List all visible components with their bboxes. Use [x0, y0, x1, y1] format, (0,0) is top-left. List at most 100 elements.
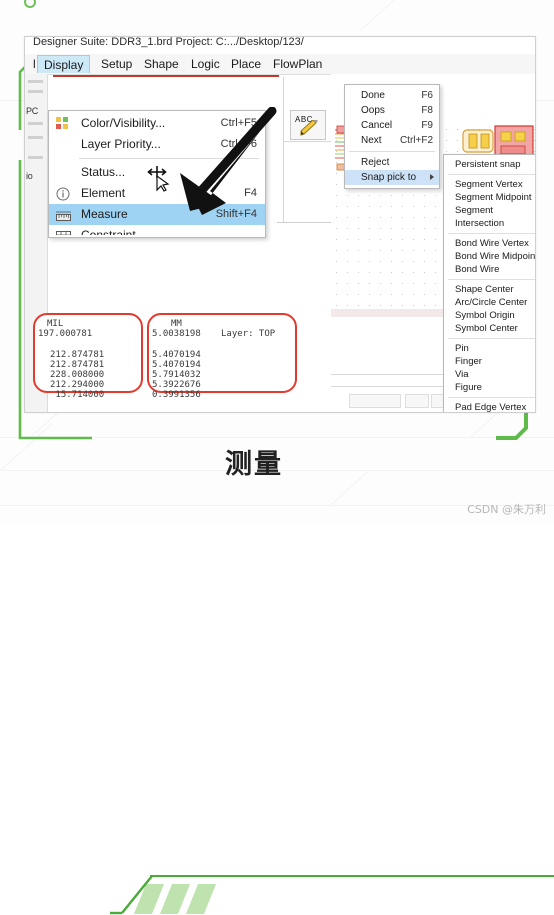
toolbar-divider [283, 141, 331, 142]
display-menu-label: Measure [81, 207, 128, 221]
display-menu-label: Status... [81, 165, 126, 179]
mil-first-value: 197.000781 [38, 329, 93, 339]
context-menu[interactable]: Done F6 Oops F8 Cancel F9 Next Ctrl+F2 R… [344, 84, 440, 189]
snap-submenu[interactable]: Persistent snap Segment Vertex Segment M… [443, 154, 535, 413]
snap-item-persistent-snap[interactable]: Persistent snap [444, 158, 535, 171]
context-menu-label: Reject [361, 157, 390, 168]
snap-item-pin[interactable]: Pin [444, 342, 535, 355]
menu-separator [448, 174, 535, 175]
color-squares-icon [56, 117, 71, 131]
snap-item-pad-edge-vertex[interactable]: Pad Edge Vertex [444, 401, 535, 413]
context-menu-item-done[interactable]: Done F6 [345, 88, 439, 103]
snap-item-shape-center[interactable]: Shape Center [444, 283, 535, 296]
caption-underline [150, 875, 554, 877]
menu-separator [448, 279, 535, 280]
context-menu-label: Snap pick to [361, 172, 417, 183]
context-menu-label: Done [361, 90, 385, 101]
context-menu-item-snap-pick-to[interactable]: Snap pick to [345, 170, 439, 185]
snap-item-finger[interactable]: Finger [444, 355, 535, 368]
snap-item-bond-wire[interactable]: Bond Wire [444, 263, 535, 276]
snap-item-figure[interactable]: Figure [444, 381, 535, 394]
snap-item-intersection[interactable]: Intersection [444, 217, 535, 230]
menu-separator [448, 397, 535, 398]
mm-value: 5.4070194 [152, 350, 201, 360]
rail-divider [28, 90, 43, 93]
menu-item-setup[interactable]: Setup [95, 55, 138, 73]
measure-callout-mil: MIL 197.000781 212.874781 212.874781 228… [33, 313, 143, 400]
ruler-icon [56, 208, 71, 222]
mm-first-value: 5.0038198 [152, 329, 201, 339]
snap-label: Bond Wire Vertex [455, 238, 529, 249]
window-title: Designer Suite: DDR3_1.brd Project: C:..… [33, 37, 304, 48]
annotation-arrow [180, 107, 277, 215]
snap-label: Symbol Center [455, 323, 518, 334]
measure-callout-mm: MM 5.0038198 Layer: TOP 5.4070194 5.4070… [147, 313, 297, 400]
mm-value: 5.7914032 [152, 370, 201, 380]
mil-value: 15.714000 [50, 390, 105, 400]
menu-item-logic[interactable]: Logic [185, 55, 226, 73]
context-menu-accel: F8 [421, 105, 433, 116]
context-menu-accel: Ctrl+F2 [399, 135, 433, 146]
snap-item-segment-midpoint[interactable]: Segment Midpoint [444, 191, 535, 204]
snap-item-segment-vertex[interactable]: Segment Vertex [444, 178, 535, 191]
menu-separator [448, 338, 535, 339]
context-menu-item-cancel[interactable]: Cancel F9 [345, 118, 439, 133]
text-tool-button[interactable]: ABC [290, 110, 326, 140]
snap-label: Persistent snap [455, 159, 521, 170]
mil-value: 212.294000 [50, 380, 105, 390]
mm-value: 0.3991356 [152, 390, 201, 400]
rail-divider [28, 136, 43, 139]
mm-value: 5.4070194 [152, 360, 201, 370]
menu-item-place[interactable]: Place [225, 55, 267, 73]
rail-divider [28, 80, 43, 83]
context-menu-accel: F9 [421, 120, 433, 131]
snap-label: Arc/Circle Center [455, 297, 528, 308]
rail-divider [28, 122, 43, 125]
snap-item-via[interactable]: Via [444, 368, 535, 381]
bg-diagonal [360, 0, 406, 31]
rail-label-pc: PC [26, 106, 38, 116]
context-menu-label: Cancel [361, 120, 393, 131]
caption-stripe [159, 884, 191, 914]
context-menu-item-oops[interactable]: Oops F8 [345, 103, 439, 118]
snap-item-segment[interactable]: Segment [444, 204, 535, 217]
application-window: Designer Suite: DDR3_1.brd Project: C:..… [24, 36, 536, 413]
snap-label: Pin [455, 343, 469, 354]
context-menu-item-next[interactable]: Next Ctrl+F2 [345, 133, 439, 148]
snap-item-symbol-origin[interactable]: Symbol Origin [444, 309, 535, 322]
mm-layer-label: Layer: TOP [221, 329, 276, 339]
snap-label: Figure [455, 382, 482, 393]
display-menu-item-constraint[interactable]: Constraint [49, 225, 265, 235]
snap-label: Pad Edge Vertex [455, 402, 527, 413]
snap-label: Segment Vertex [455, 179, 523, 190]
snap-label: Intersection [455, 218, 505, 229]
snap-label: Segment Midpoint [455, 192, 532, 203]
context-menu-label: Oops [361, 105, 385, 116]
snap-item-arc-circle-center[interactable]: Arc/Circle Center [444, 296, 535, 309]
mil-value: 212.874781 [50, 350, 105, 360]
caption-hook [110, 875, 153, 915]
context-menu-accel: F6 [421, 90, 433, 101]
pcb-toolbar-button[interactable] [405, 394, 429, 408]
menu-item-display[interactable]: Display [37, 55, 91, 73]
menu-item-shape[interactable]: Shape [138, 55, 185, 73]
menu-bar: l Display Setup Shape Logic Place FlowPl… [25, 54, 535, 75]
submenu-arrow-icon [430, 174, 434, 180]
mil-value: 228.008000 [50, 370, 105, 380]
caption-stripe [185, 884, 217, 914]
mm-value: 5.3922676 [152, 380, 201, 390]
toolbar-divider [277, 222, 331, 223]
context-menu-label: Next [361, 135, 382, 146]
snap-item-bond-wire-midpoint[interactable]: Bond Wire Midpoint [444, 250, 535, 263]
menu-item-flowplan[interactable]: FlowPlan [267, 55, 328, 73]
pencil-icon [300, 120, 318, 136]
pcb-toolbar-button[interactable] [349, 394, 401, 408]
rail-divider [28, 156, 43, 159]
mm-unit-header: MM [171, 319, 182, 329]
rail-label-io: io [26, 171, 33, 181]
csdn-watermark: CSDN @朱万利 [467, 503, 546, 516]
snap-item-bond-wire-vertex[interactable]: Bond Wire Vertex [444, 237, 535, 250]
snap-item-symbol-center[interactable]: Symbol Center [444, 322, 535, 335]
snap-label: Shape Center [455, 284, 514, 295]
context-menu-item-reject[interactable]: Reject [345, 155, 439, 170]
